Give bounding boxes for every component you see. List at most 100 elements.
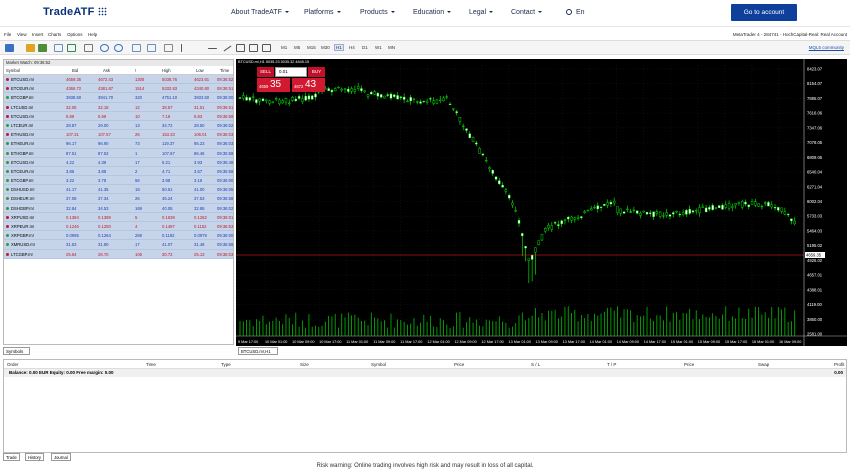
tf-m30[interactable]: M30	[321, 45, 330, 50]
market-watch-row[interactable]: ETHUSD.m! 107.31 107.57 26 153.33 106.01 09:36…	[4, 130, 233, 140]
nav-contact[interactable]: Contact	[511, 9, 543, 16]
auto-scroll-icon[interactable]	[147, 44, 156, 52]
nav-education[interactable]: Education	[413, 9, 452, 16]
nav-legal[interactable]: Legal	[469, 9, 494, 16]
horizontal-line-icon[interactable]	[208, 48, 217, 49]
market-watch-row[interactable]: DSHEUR.m! 37.08 37.34 26 45.24 37.53 09:36:58	[4, 194, 233, 204]
market-watch-row[interactable]: DSHGBP.m! 32.84 34.53 169 40.08 32.88 09:36:02	[4, 203, 233, 213]
term-col-profit[interactable]: Profit	[834, 362, 845, 367]
nav-legal-label: Legal	[469, 9, 487, 16]
menu-options[interactable]: Options	[67, 32, 83, 37]
sell-button[interactable]: SELL	[257, 67, 274, 77]
term-col-type[interactable]: Type	[221, 362, 231, 367]
logo-text: TradeATF	[43, 6, 95, 18]
buy-price[interactable]: 4672 43	[292, 78, 325, 92]
cursor-icon[interactable]	[164, 44, 173, 52]
term-col-current-price[interactable]: Price	[684, 362, 694, 367]
menu-file[interactable]: File	[4, 32, 11, 37]
col-symbol[interactable]: Symbol	[6, 68, 20, 73]
nav-products[interactable]: Products	[360, 9, 395, 16]
tf-m15[interactable]: M15	[307, 45, 316, 50]
market-watch-row[interactable]: ETCGBP.m! 3.22 3.78 56 3.98 3.16 09:36:00	[4, 176, 233, 186]
market-watch-row[interactable]: XRPGBP.m! 0.0995 0.1264 269 0.1192 0.0979 09:3…	[4, 231, 233, 241]
market-watch-row[interactable]: BTCUSD.m! 4659.35 4672.43 1308 5038.76 4623.6…	[4, 75, 233, 85]
col-high[interactable]: High	[162, 68, 171, 73]
tile-windows-icon[interactable]	[132, 44, 141, 52]
crosshair-icon[interactable]	[181, 44, 182, 52]
market-watch-row[interactable]: DSHUSD.m! 41.17 41.35 18 50.51 41.00 09:36:05	[4, 185, 233, 195]
market-watch-row[interactable]: LTCUSD.m! 32.06 32.18 12 38.67 31.51 09:36:51	[4, 102, 233, 112]
line-chart-icon[interactable]	[84, 44, 93, 52]
arrows-icon[interactable]	[262, 44, 271, 52]
mql5-community-link[interactable]: MQL5 community	[809, 45, 844, 50]
menu-insert[interactable]: Insert	[32, 32, 43, 37]
market-watch-row[interactable]: ETHGBP.m! 87.51 87.52 1 107.67 86.46 09:35:58	[4, 148, 233, 158]
new-chart-icon[interactable]	[5, 44, 14, 52]
price-chart[interactable]: 8423.07 8154.07 7885.07 7616.06 7347.06 7078.…	[236, 59, 847, 346]
go-to-account-button[interactable]: Go to account	[731, 4, 797, 21]
tab-history[interactable]: History	[25, 453, 45, 461]
tab-journal[interactable]: Journal	[51, 453, 71, 461]
term-col-sl[interactable]: S / L	[531, 362, 540, 367]
tf-mn[interactable]: MN	[388, 45, 395, 50]
market-watch-row[interactable]: ETCEUR.m! 3.86 3.88 2 4.71 3.57 09:35:58	[4, 166, 233, 177]
tab-trade[interactable]: Trade	[3, 453, 20, 461]
zoom-out-icon[interactable]	[114, 44, 123, 52]
term-col-size[interactable]: Size	[300, 362, 309, 367]
profiles-icon[interactable]	[26, 44, 35, 52]
market-watch-row[interactable]: LTCGBP.m! 25.64 26.70 106 30.72 25.13 09:36:03	[4, 249, 233, 259]
bar-chart-icon[interactable]	[54, 44, 63, 52]
col-low[interactable]: Low	[196, 68, 204, 73]
term-col-symbol[interactable]: Symbol	[371, 362, 386, 367]
buy-button[interactable]: BUY	[308, 67, 325, 77]
term-col-time[interactable]: Time	[146, 362, 156, 367]
tf-w1[interactable]: W1	[375, 45, 382, 50]
col-bid[interactable]: Bid	[72, 68, 78, 73]
fibonacci-icon[interactable]	[249, 44, 258, 52]
language-selector[interactable]: En	[566, 9, 585, 16]
cell-time: 09:36:00	[217, 95, 234, 101]
market-watch-row[interactable]: ETHEUR.m! 96.17 96.90 73 119.37 95.23 09:36:03	[4, 139, 233, 149]
tf-h1[interactable]: H1	[334, 44, 344, 51]
trendline-icon[interactable]	[223, 45, 232, 52]
tf-m1[interactable]: M1	[281, 45, 287, 50]
candle-body	[754, 201, 757, 206]
lot-size-input[interactable]: 0.01	[275, 67, 307, 77]
zoom-in-icon[interactable]	[100, 44, 109, 52]
menu-help[interactable]: Help	[88, 32, 97, 37]
chart-tab-btcusd[interactable]: BTCUSD.m!,H1	[238, 347, 278, 355]
tradeatf-logo[interactable]: TradeATF	[43, 6, 107, 18]
market-watch-row[interactable]: ETCEUR.m! 4366.72 4381.87 1514 5332.83 4340.8…	[4, 84, 233, 94]
candlestick-icon[interactable]	[67, 44, 76, 52]
tf-m5[interactable]: M5	[294, 45, 300, 50]
market-watch-row[interactable]: LTCEUR.m! 28.87 29.00 13 34.72 28.50 09:36:02	[4, 120, 233, 131]
col-ask[interactable]: Ask	[103, 68, 110, 73]
menu-charts[interactable]: Charts	[48, 32, 61, 37]
nav-platforms[interactable]: Platforms	[304, 9, 341, 16]
market-watch-row[interactable]: XRPUSD.m! 0.1384 0.1389 5 0.1639 0.1282 09:36:…	[4, 212, 233, 222]
candle-body	[606, 202, 609, 206]
cell-ask: 34.53	[98, 205, 109, 211]
tab-symbols[interactable]: Symbols	[3, 347, 30, 355]
text-icon[interactable]	[236, 44, 245, 52]
candle-body	[350, 88, 353, 92]
term-col-price[interactable]: Price	[454, 362, 464, 367]
col-time[interactable]: Time	[220, 68, 229, 73]
market-watch-row[interactable]: ETCUSD.m! 4.22 4.39 17 5.21 3.93 09:35:48	[4, 157, 233, 167]
tf-d1[interactable]: D1	[362, 45, 368, 50]
cell-bid: 32.06	[66, 104, 77, 110]
nav-about[interactable]: About TradeATF	[231, 9, 289, 16]
market-watch-icon[interactable]	[38, 44, 47, 52]
term-col-tp[interactable]: T / P	[607, 362, 616, 367]
market-watch-row[interactable]: XRPEUR.m! 0.1246 0.1250 4 0.1487 0.1152 09:36:…	[4, 222, 233, 232]
menu-view[interactable]: View	[17, 32, 27, 37]
sell-price[interactable]: 4659 35	[257, 78, 290, 92]
tf-h4[interactable]: H4	[349, 45, 355, 50]
market-watch-row[interactable]: ETCUSD.m! 5.89 5.99 10 7.16 5.83 09:36:59	[4, 111, 233, 121]
term-col-swap[interactable]: Swap	[758, 362, 769, 367]
col-spread[interactable]: !	[135, 68, 136, 73]
term-col-order[interactable]: Order	[7, 362, 19, 367]
candle-body	[747, 204, 750, 207]
market-watch-row[interactable]: BTCGBP.m! 3938.50 3941.70 320 4751.10 3933.50…	[4, 93, 234, 103]
market-watch-row[interactable]: XMRUSD.m! 31.63 31.80 17 41.07 31.48 09:35:56	[4, 240, 233, 250]
